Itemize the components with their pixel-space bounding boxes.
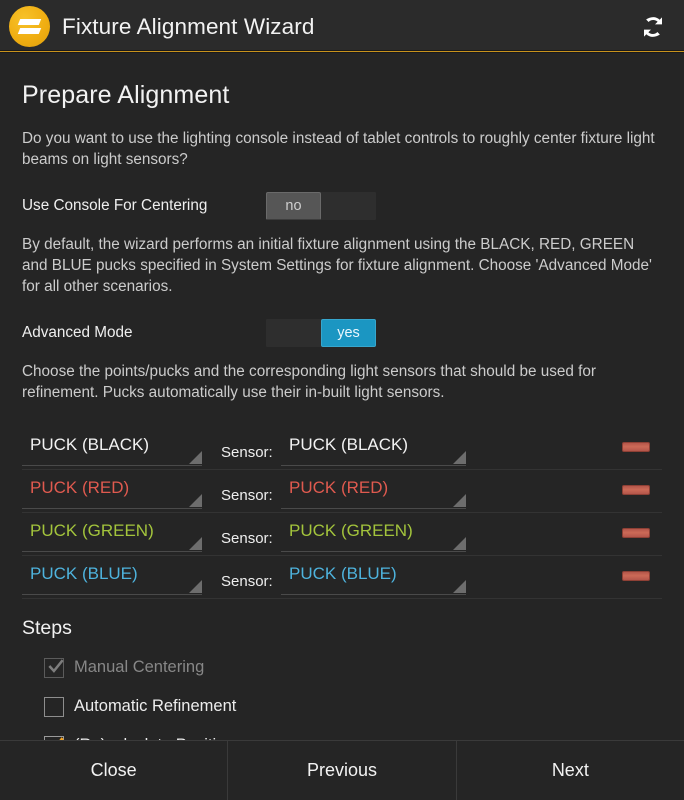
toggle-row-advanced-mode: Advanced Mode yes	[22, 319, 662, 347]
puck-row: PUCK (BLACK) Sensor: PUCK (BLACK)	[22, 427, 662, 470]
sensor-label: Sensor:	[221, 487, 273, 504]
step-label-manual-centering: Manual Centering	[74, 658, 205, 676]
toggle-label-advanced-mode: Advanced Mode	[22, 324, 133, 341]
checkbox-manual-centering	[44, 657, 64, 678]
puck-dropdown-green-value: PUCK (GREEN)	[30, 521, 154, 540]
sensor-dropdown-green-value: PUCK (GREEN)	[289, 521, 413, 540]
checkmark-icon	[58, 736, 64, 740]
description-paragraph-3: Choose the points/pucks and the correspo…	[22, 363, 596, 401]
fixture-alignment-wizard-window: Fixture Alignment Wizard Prepare Alignme…	[0, 0, 684, 800]
sensor-dropdown-red-value: PUCK (RED)	[289, 478, 389, 497]
toggle-switch-advanced-mode[interactable]: yes	[266, 319, 376, 347]
puck-dropdown-blue-value: PUCK (BLUE)	[30, 564, 138, 583]
sensor-dropdown-black[interactable]: PUCK (BLACK)	[281, 433, 466, 466]
toggle-switch-use-console[interactable]: no	[266, 192, 376, 220]
sensor-label: Sensor:	[221, 530, 273, 547]
toggle-row-use-console: Use Console For Centering no	[22, 192, 662, 220]
remove-row-button[interactable]	[622, 571, 650, 581]
sensor-dropdown-blue[interactable]: PUCK (BLUE)	[281, 562, 466, 595]
checkbox-automatic-refinement[interactable]	[44, 696, 64, 717]
description-paragraph-2: By default, the wizard performs an initi…	[22, 236, 652, 295]
puck-dropdown-red[interactable]: PUCK (RED)	[22, 476, 202, 509]
remove-row-button[interactable]	[622, 442, 650, 452]
toggle-label-use-console: Use Console For Centering	[22, 197, 208, 214]
app-header: Fixture Alignment Wizard	[0, 0, 684, 53]
remove-row-button[interactable]	[622, 528, 650, 538]
sensor-label: Sensor:	[221, 444, 273, 461]
description-paragraph-1: Do you want to use the lighting console …	[22, 130, 655, 168]
sensor-dropdown-red[interactable]: PUCK (RED)	[281, 476, 466, 509]
sensor-label: Sensor:	[221, 573, 273, 590]
steps-section-title: Steps	[22, 617, 72, 639]
puck-row: PUCK (BLUE) Sensor: PUCK (BLUE)	[22, 556, 662, 599]
puck-dropdown-red-value: PUCK (RED)	[30, 478, 130, 497]
step-label-automatic-refinement: Automatic Refinement	[74, 697, 237, 715]
checkbox-recalculate-positions[interactable]	[44, 735, 64, 740]
toggle-value-use-console: no	[266, 192, 321, 220]
wizard-content: Prepare Alignment Do you want to use the…	[0, 53, 684, 740]
step-manual-centering: Manual Centering	[22, 648, 662, 687]
wizard-footer: Close Previous Next	[0, 740, 684, 800]
app-logo-icon	[9, 6, 50, 47]
sensor-dropdown-blue-value: PUCK (BLUE)	[289, 564, 397, 583]
puck-dropdown-blue[interactable]: PUCK (BLUE)	[22, 562, 202, 595]
toggle-value-advanced-mode: yes	[321, 319, 376, 347]
sensor-dropdown-black-value: PUCK (BLACK)	[289, 435, 409, 454]
step-automatic-refinement[interactable]: Automatic Refinement	[22, 687, 662, 726]
previous-button[interactable]: Previous	[228, 741, 457, 800]
sensor-dropdown-green[interactable]: PUCK (GREEN)	[281, 519, 466, 552]
checkmark-icon	[48, 658, 64, 673]
puck-sensor-list: PUCK (BLACK) Sensor: PUCK (BLACK) PUCK (…	[22, 427, 662, 599]
puck-dropdown-green[interactable]: PUCK (GREEN)	[22, 519, 202, 552]
puck-dropdown-black-value: PUCK (BLACK)	[30, 435, 150, 454]
puck-row: PUCK (RED) Sensor: PUCK (RED)	[22, 470, 662, 513]
app-title: Fixture Alignment Wizard	[62, 13, 315, 39]
puck-row: PUCK (GREEN) Sensor: PUCK (GREEN)	[22, 513, 662, 556]
close-button[interactable]: Close	[0, 741, 229, 800]
refresh-icon[interactable]	[638, 12, 668, 42]
page-title: Prepare Alignment	[22, 81, 230, 109]
puck-dropdown-black[interactable]: PUCK (BLACK)	[22, 433, 202, 466]
remove-row-button[interactable]	[622, 485, 650, 495]
next-button[interactable]: Next	[457, 741, 684, 800]
step-recalculate-positions[interactable]: (Re)calculate Positions	[22, 726, 662, 740]
